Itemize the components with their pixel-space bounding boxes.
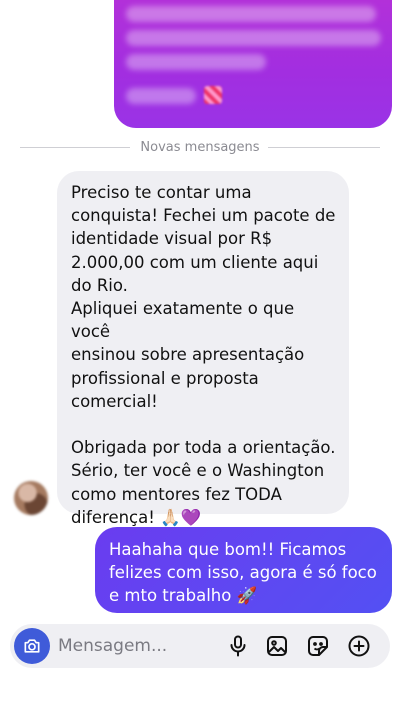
divider-label: Novas mensagens bbox=[132, 139, 268, 155]
blurred-emoji bbox=[204, 86, 222, 104]
previous-outgoing-message-bubble[interactable] bbox=[114, 0, 392, 128]
message-paragraph: Apliquei exatamente o que você ensinou s… bbox=[71, 299, 305, 411]
blurred-text-line bbox=[126, 54, 266, 70]
microphone-icon[interactable] bbox=[226, 634, 250, 658]
sender-avatar[interactable] bbox=[14, 481, 48, 515]
blurred-text-line bbox=[126, 30, 381, 46]
message-paragraph: Obrigada por toda a orientação. Sério, t… bbox=[71, 438, 336, 527]
blurred-text-line bbox=[126, 6, 376, 22]
outgoing-message-bubble[interactable]: Haahaha que bom!! Ficamos felizes com is… bbox=[95, 527, 392, 613]
camera-button[interactable] bbox=[14, 628, 50, 664]
divider-line bbox=[20, 147, 130, 148]
message-text: Haahaha que bom!! Ficamos felizes com is… bbox=[109, 540, 377, 606]
camera-icon bbox=[24, 639, 40, 653]
divider-line bbox=[268, 147, 380, 148]
message-input[interactable]: Mensagem... bbox=[58, 636, 167, 656]
message-composer: Mensagem... bbox=[10, 624, 390, 668]
message-paragraph: Preciso te contar uma conquista! Fechei … bbox=[71, 183, 336, 295]
incoming-message-bubble[interactable]: Preciso te contar uma conquista! Fechei … bbox=[57, 171, 349, 527]
blurred-text-line bbox=[126, 88, 196, 104]
image-icon[interactable] bbox=[265, 634, 289, 658]
new-messages-divider: Novas mensagens bbox=[0, 137, 400, 157]
plus-circle-icon[interactable] bbox=[347, 634, 371, 658]
sticker-icon[interactable] bbox=[306, 634, 330, 658]
